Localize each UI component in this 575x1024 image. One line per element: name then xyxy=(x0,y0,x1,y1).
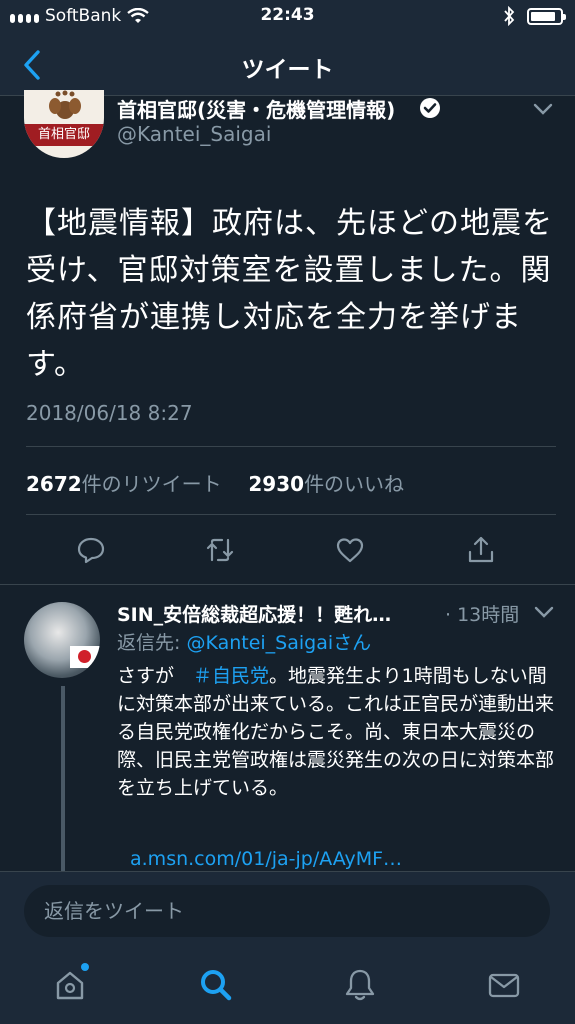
thread-line xyxy=(61,686,65,876)
japan-flag-icon xyxy=(70,646,100,668)
nav-bar: ツイート xyxy=(0,34,575,96)
reply-to-prefix: 返信先: xyxy=(117,632,187,654)
bluetooth-icon xyxy=(504,6,515,26)
tab-bar xyxy=(0,951,575,1024)
home-icon[interactable] xyxy=(52,967,88,1003)
section-separator xyxy=(0,584,575,585)
status-bar: SoftBank 22:43 xyxy=(0,0,575,34)
tweet-timestamp: 2018/06/18 8:27 xyxy=(26,401,193,425)
reply-composer-bar: 返信をツイート xyxy=(0,871,575,951)
retweet-label: 件のリツイート xyxy=(81,472,222,496)
paulownia-crest-icon xyxy=(49,90,81,119)
divider xyxy=(26,446,556,447)
retweet-count: 2672 xyxy=(26,472,82,496)
likes-stat[interactable]: 2930件のいいね xyxy=(248,472,404,496)
heart-icon[interactable] xyxy=(334,534,366,566)
verified-badge-icon xyxy=(420,98,440,118)
retweet-icon[interactable] xyxy=(204,534,236,566)
like-label: 件のいいね xyxy=(304,472,405,496)
author-handle[interactable]: @Kantei_Saigai xyxy=(117,122,271,146)
reply-icon[interactable] xyxy=(75,534,107,566)
clock: 22:43 xyxy=(260,5,315,25)
hashtag-link[interactable]: ＃自民党 xyxy=(193,665,269,687)
url-link[interactable]: a.msn.com/01/ja-jp/AAyMF… xyxy=(130,848,402,870)
reply-text: さすが ＃自民党。地震発生より1時間もしない間に対策本部が出来ている。これは正官… xyxy=(117,662,557,802)
messages-icon[interactable] xyxy=(486,967,522,1003)
reply-to-suffix: さん xyxy=(333,632,372,654)
tweet-actions xyxy=(0,534,575,564)
like-count: 2930 xyxy=(248,472,305,496)
reply-to-mention[interactable]: @Kantei_Saigai xyxy=(186,632,333,654)
engagement-stats: 2672件のリツイート 2930件のいいね xyxy=(26,468,404,497)
chevron-down-icon[interactable] xyxy=(532,604,556,620)
tweet-text: 【地震情報】政府は、先ほどの地震を受け、官邸対策室を設置しました。関係府省が連携… xyxy=(26,206,553,382)
battery-icon xyxy=(527,7,566,25)
status-icons xyxy=(503,6,566,26)
author-name[interactable]: 首相官邸(災害・危機管理情報) xyxy=(117,94,395,123)
reply-time: · 13時間 xyxy=(445,604,520,626)
replying-to: 返信先: @Kantei_Saigaiさん xyxy=(117,628,371,655)
share-icon[interactable] xyxy=(465,534,497,566)
notifications-icon[interactable] xyxy=(342,967,378,1003)
search-icon[interactable] xyxy=(198,967,234,1003)
reply-author-name[interactable]: SIN_安倍総裁超応援！！甦れ… xyxy=(117,600,391,627)
new-content-dot xyxy=(81,963,89,971)
chevron-down-icon[interactable] xyxy=(530,100,556,118)
page-title: ツイート xyxy=(241,57,334,83)
avatar-label: 首相官邸 xyxy=(24,124,104,146)
divider xyxy=(26,514,556,515)
reply-text-lead: さすが xyxy=(117,665,194,687)
retweets-stat[interactable]: 2672件のリツイート xyxy=(26,472,222,496)
avatar[interactable]: 首相官邸 xyxy=(24,90,104,158)
reply-avatar[interactable] xyxy=(24,602,100,678)
reply-input[interactable]: 返信をツイート xyxy=(24,885,550,937)
